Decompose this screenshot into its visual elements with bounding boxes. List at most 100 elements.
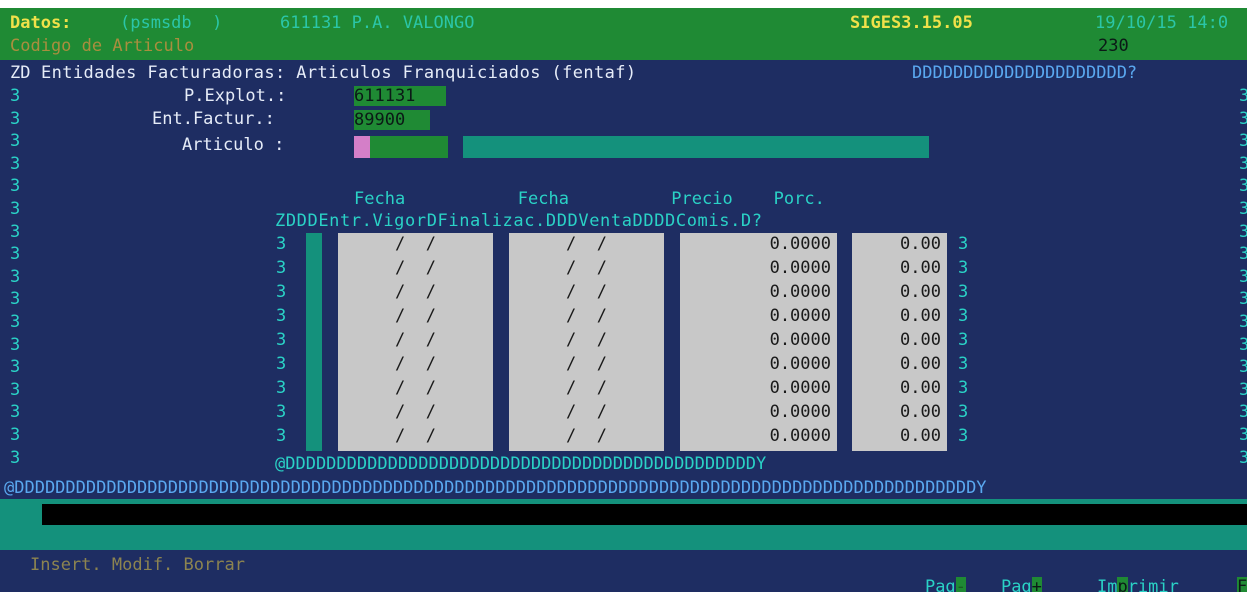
- command-input[interactable]: [42, 504, 1247, 525]
- right-border-mark: 3: [1239, 289, 1247, 310]
- fecha-inicio-cell[interactable]: / /: [338, 257, 493, 280]
- table-row-left-mark: 3: [276, 378, 287, 398]
- entfactur-field[interactable]: 89900: [354, 110, 430, 130]
- precio-cell[interactable]: 0.0000: [680, 257, 837, 280]
- db-name: (psmsdb ): [120, 13, 223, 33]
- right-border-mark: 3: [1239, 86, 1247, 106]
- fecha-fin-cell[interactable]: / /: [509, 425, 664, 448]
- left-border-mark: 3: [10, 357, 21, 378]
- left-border-mark: 3: [10, 402, 21, 423]
- title-prefix: ZD: [10, 63, 31, 83]
- table-row-left-mark: 3: [276, 330, 287, 350]
- fecha-fin-cell[interactable]: / /: [509, 305, 664, 328]
- footer-actions: Insert. Modif. Borrar: [30, 555, 245, 575]
- precio-column: 0.0000 0.0000 0.0000 0.0000 0.0000 0.0000 0.00…: [680, 233, 837, 451]
- left-border-mark: 3: [10, 425, 21, 445]
- table-row-right-mark: 3: [958, 330, 969, 350]
- fin-hotkey: F: [1236, 577, 1247, 592]
- table-row-right-mark: 3: [958, 354, 969, 374]
- table-row-left-mark: 3: [276, 402, 287, 422]
- table-row-left-mark: 3: [276, 282, 287, 302]
- version-label: SIGES3.15.05: [850, 13, 973, 33]
- precio-cell[interactable]: 0.0000: [680, 425, 837, 448]
- comision-cell[interactable]: 0.00: [852, 401, 947, 424]
- right-border-mark: 3: [1239, 176, 1247, 197]
- terminal-screen: Datos: (psmsdb ) 611131 P.A. VALONGO SIG…: [0, 8, 1247, 592]
- comision-cell[interactable]: 0.00: [852, 233, 947, 256]
- fecha-inicio-cell[interactable]: / /: [338, 329, 493, 352]
- window-bottom-border: @DDDDDDDDDDDDDDDDDDDDDDDDDDDDDDDDDDDDDDD…: [4, 478, 987, 498]
- left-border-mark: 3: [10, 153, 21, 174]
- fecha-inicio-column: / / / / / / / / / / / / / / / / / /: [338, 233, 493, 451]
- comision-cell[interactable]: 0.00: [852, 329, 947, 352]
- right-border-mark: 3: [1239, 357, 1247, 378]
- precio-cell[interactable]: 0.0000: [680, 281, 837, 304]
- pag-plus-hotkey: +: [1031, 577, 1042, 592]
- comision-cell[interactable]: 0.00: [852, 305, 947, 328]
- precio-cell[interactable]: 0.0000: [680, 377, 837, 400]
- center-name: 611131 P.A. VALONGO: [280, 13, 475, 33]
- left-border-mark: 3: [10, 131, 21, 152]
- right-border-mark: 3: [1239, 221, 1247, 242]
- comision-column: 0.00 0.00 0.00 0.00 0.00 0.00 0.00 0.00 0.00: [852, 233, 947, 451]
- fecha-inicio-cell[interactable]: / /: [338, 281, 493, 304]
- fecha-fin-cell[interactable]: / /: [509, 353, 664, 376]
- imprimir-key[interactable]: Imprimir: [1056, 554, 1179, 592]
- table-bottom-border: @DDDDDDDDDDDDDDDDDDDDDDDDDDDDDDDDDDDDDDD…: [275, 454, 767, 474]
- right-border-mark: 3: [1239, 334, 1247, 355]
- table-header-columns: ZDDDEntr.VigorDFinalizac.DDDVentaDDDDCom…: [275, 211, 763, 231]
- right-border-mark: 3: [1239, 131, 1247, 152]
- datetime-label: 19/10/15 14:0: [1095, 13, 1229, 33]
- fecha-inicio-cell[interactable]: / /: [338, 233, 493, 256]
- fecha-inicio-cell[interactable]: / /: [338, 401, 493, 424]
- fecha-fin-cell[interactable]: / /: [509, 257, 664, 280]
- table-row-right-mark: 3: [958, 306, 969, 326]
- precio-cell[interactable]: 0.0000: [680, 353, 837, 376]
- right-border-mark: 3: [1239, 447, 1247, 468]
- comision-cell[interactable]: 0.00: [852, 377, 947, 400]
- fecha-inicio-cell[interactable]: / /: [338, 353, 493, 376]
- comision-cell[interactable]: 0.00: [852, 353, 947, 376]
- fecha-fin-cell[interactable]: / /: [509, 377, 664, 400]
- fecha-fin-cell[interactable]: / /: [509, 281, 664, 304]
- fecha-inicio-cell[interactable]: / /: [338, 377, 493, 400]
- row-selector-strip[interactable]: [306, 233, 322, 451]
- left-border-mark: 3: [10, 334, 21, 355]
- comision-cell[interactable]: 0.00: [852, 425, 947, 448]
- fin-key[interactable]: FIN: [1196, 554, 1247, 592]
- imprimir-label-b: rimir: [1127, 577, 1179, 592]
- articulo-label: Articulo :: [182, 135, 285, 155]
- articulo-code-field[interactable]: [370, 136, 448, 158]
- fecha-inicio-cell[interactable]: / /: [338, 425, 493, 448]
- pexplot-field[interactable]: 611131: [354, 86, 446, 106]
- articulo-description-field[interactable]: [463, 136, 929, 158]
- pag-minus-label: Pag: [924, 577, 956, 592]
- entfactur-label: Ent.Factur.:: [152, 109, 275, 129]
- fecha-inicio-cell[interactable]: / /: [338, 305, 493, 328]
- right-border-mark: 3: [1239, 312, 1247, 332]
- table-row-left-mark: 3: [276, 306, 287, 326]
- fecha-fin-cell[interactable]: / /: [509, 329, 664, 352]
- fecha-fin-cell[interactable]: / /: [509, 233, 664, 256]
- precio-cell[interactable]: 0.0000: [680, 329, 837, 352]
- precio-cell[interactable]: 0.0000: [680, 305, 837, 328]
- precio-cell[interactable]: 0.0000: [680, 401, 837, 424]
- left-border-mark: 3: [10, 108, 21, 129]
- imprimir-hotkey: p: [1117, 577, 1128, 592]
- comision-cell[interactable]: 0.00: [852, 257, 947, 280]
- left-border-mark: 3: [10, 176, 21, 197]
- right-border-mark: 3: [1239, 199, 1247, 219]
- pag-plus-key[interactable]: Pag+: [960, 554, 1042, 592]
- right-border-mark: 3: [1239, 402, 1247, 423]
- imprimir-label-a: Im: [1096, 577, 1118, 592]
- precio-cell[interactable]: 0.0000: [680, 233, 837, 256]
- table-row-left-mark: 3: [276, 258, 287, 278]
- right-border-mark: 3: [1239, 266, 1247, 287]
- left-border-mark: 3: [10, 289, 21, 310]
- fecha-fin-cell[interactable]: / /: [509, 401, 664, 424]
- right-border-mark: 3: [1239, 108, 1247, 129]
- table-row-right-mark: 3: [958, 426, 969, 446]
- comision-cell[interactable]: 0.00: [852, 281, 947, 304]
- pag-minus-key[interactable]: Pag-: [884, 554, 966, 592]
- right-border-mark: 3: [1239, 153, 1247, 174]
